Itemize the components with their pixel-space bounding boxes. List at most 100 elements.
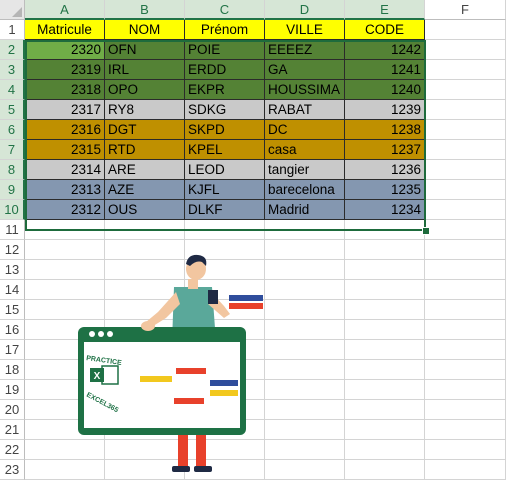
cell-f16[interactable] xyxy=(425,320,506,340)
cell-a3[interactable]: 2319 xyxy=(25,60,105,80)
cell-c7[interactable]: KPEL xyxy=(185,140,265,160)
column-header-e[interactable]: E xyxy=(345,0,425,20)
cell-e20[interactable] xyxy=(345,400,425,420)
cell-f22[interactable] xyxy=(425,440,506,460)
header-cell-e[interactable]: CODE xyxy=(345,20,425,40)
cell-b6[interactable]: DGT xyxy=(105,120,185,140)
row-header-3[interactable]: 3 xyxy=(0,60,25,80)
row-header-17[interactable]: 17 xyxy=(0,340,25,360)
cell-c9[interactable]: KJFL xyxy=(185,180,265,200)
cell-d20[interactable] xyxy=(265,400,345,420)
cell-e16[interactable] xyxy=(345,320,425,340)
cell-f6[interactable] xyxy=(425,120,506,140)
cell-c8[interactable]: LEOD xyxy=(185,160,265,180)
cell-e21[interactable] xyxy=(345,420,425,440)
cell-b3[interactable]: IRL xyxy=(105,60,185,80)
cell-e19[interactable] xyxy=(345,380,425,400)
cell-c3[interactable]: ERDD xyxy=(185,60,265,80)
row-header-7[interactable]: 7 xyxy=(0,140,25,160)
cell-f13[interactable] xyxy=(425,260,506,280)
cell-f8[interactable] xyxy=(425,160,506,180)
row-header-5[interactable]: 5 xyxy=(0,100,25,120)
cell-b8[interactable]: ARE xyxy=(105,160,185,180)
cell-d11[interactable] xyxy=(265,220,345,240)
cell-c10[interactable]: DLKF xyxy=(185,200,265,220)
cell-e17[interactable] xyxy=(345,340,425,360)
cell-d22[interactable] xyxy=(265,440,345,460)
column-header-f[interactable]: F xyxy=(425,0,506,20)
cell-e9[interactable]: 1235 xyxy=(345,180,425,200)
cell-d21[interactable] xyxy=(265,420,345,440)
cell-f10[interactable] xyxy=(425,200,506,220)
cell-e2[interactable]: 1242 xyxy=(345,40,425,60)
cell-a2[interactable]: 2320 xyxy=(25,40,105,60)
cell-f1[interactable] xyxy=(425,20,506,40)
select-all-button[interactable] xyxy=(0,0,25,20)
column-header-a[interactable]: A xyxy=(25,0,105,20)
cell-d7[interactable]: casa xyxy=(265,140,345,160)
row-header-13[interactable]: 13 xyxy=(0,260,25,280)
cell-d6[interactable]: DC xyxy=(265,120,345,140)
row-header-6[interactable]: 6 xyxy=(0,120,25,140)
header-cell-d[interactable]: VILLE xyxy=(265,20,345,40)
cell-a6[interactable]: 2316 xyxy=(25,120,105,140)
row-header-10[interactable]: 10 xyxy=(0,200,25,220)
cell-d9[interactable]: barecelona xyxy=(265,180,345,200)
row-header-1[interactable]: 1 xyxy=(0,20,25,40)
row-header-14[interactable]: 14 xyxy=(0,280,25,300)
cell-a5[interactable]: 2317 xyxy=(25,100,105,120)
cell-f11[interactable] xyxy=(425,220,506,240)
cell-d8[interactable]: tangier xyxy=(265,160,345,180)
cell-f9[interactable] xyxy=(425,180,506,200)
row-header-19[interactable]: 19 xyxy=(0,380,25,400)
header-cell-c[interactable]: Prénom xyxy=(185,20,265,40)
cell-e14[interactable] xyxy=(345,280,425,300)
cell-d18[interactable] xyxy=(265,360,345,380)
cell-e8[interactable]: 1236 xyxy=(345,160,425,180)
cell-f18[interactable] xyxy=(425,360,506,380)
cell-e11[interactable] xyxy=(345,220,425,240)
cell-b5[interactable]: RY8 xyxy=(105,100,185,120)
cell-e6[interactable]: 1238 xyxy=(345,120,425,140)
cell-a7[interactable]: 2315 xyxy=(25,140,105,160)
cell-a11[interactable] xyxy=(25,220,105,240)
cell-d5[interactable]: RABAT xyxy=(265,100,345,120)
column-header-b[interactable]: B xyxy=(105,0,185,20)
cell-f7[interactable] xyxy=(425,140,506,160)
cell-b4[interactable]: OPO xyxy=(105,80,185,100)
fill-handle[interactable] xyxy=(422,227,430,235)
row-header-20[interactable]: 20 xyxy=(0,400,25,420)
cell-f17[interactable] xyxy=(425,340,506,360)
cell-e13[interactable] xyxy=(345,260,425,280)
cell-e10[interactable]: 1234 xyxy=(345,200,425,220)
row-header-2[interactable]: 2 xyxy=(0,40,25,60)
cell-f15[interactable] xyxy=(425,300,506,320)
row-header-15[interactable]: 15 xyxy=(0,300,25,320)
cell-f21[interactable] xyxy=(425,420,506,440)
row-header-16[interactable]: 16 xyxy=(0,320,25,340)
cell-c4[interactable]: EKPR xyxy=(185,80,265,100)
row-header-8[interactable]: 8 xyxy=(0,160,25,180)
cell-f5[interactable] xyxy=(425,100,506,120)
cell-d19[interactable] xyxy=(265,380,345,400)
cell-c6[interactable]: SKPD xyxy=(185,120,265,140)
column-header-c[interactable]: C xyxy=(185,0,265,20)
row-header-23[interactable]: 23 xyxy=(0,460,25,480)
cell-a8[interactable]: 2314 xyxy=(25,160,105,180)
cell-b9[interactable]: AZE xyxy=(105,180,185,200)
row-header-21[interactable]: 21 xyxy=(0,420,25,440)
cell-c2[interactable]: POIE xyxy=(185,40,265,60)
header-cell-b[interactable]: NOM xyxy=(105,20,185,40)
cell-e23[interactable] xyxy=(345,460,425,480)
cell-d15[interactable] xyxy=(265,300,345,320)
cell-d12[interactable] xyxy=(265,240,345,260)
cell-a10[interactable]: 2312 xyxy=(25,200,105,220)
row-header-18[interactable]: 18 xyxy=(0,360,25,380)
cell-b10[interactable]: OUS xyxy=(105,200,185,220)
cell-e4[interactable]: 1240 xyxy=(345,80,425,100)
cell-f12[interactable] xyxy=(425,240,506,260)
cell-f14[interactable] xyxy=(425,280,506,300)
cell-c5[interactable]: SDKG xyxy=(185,100,265,120)
cell-e12[interactable] xyxy=(345,240,425,260)
cell-d2[interactable]: EEEEZ xyxy=(265,40,345,60)
